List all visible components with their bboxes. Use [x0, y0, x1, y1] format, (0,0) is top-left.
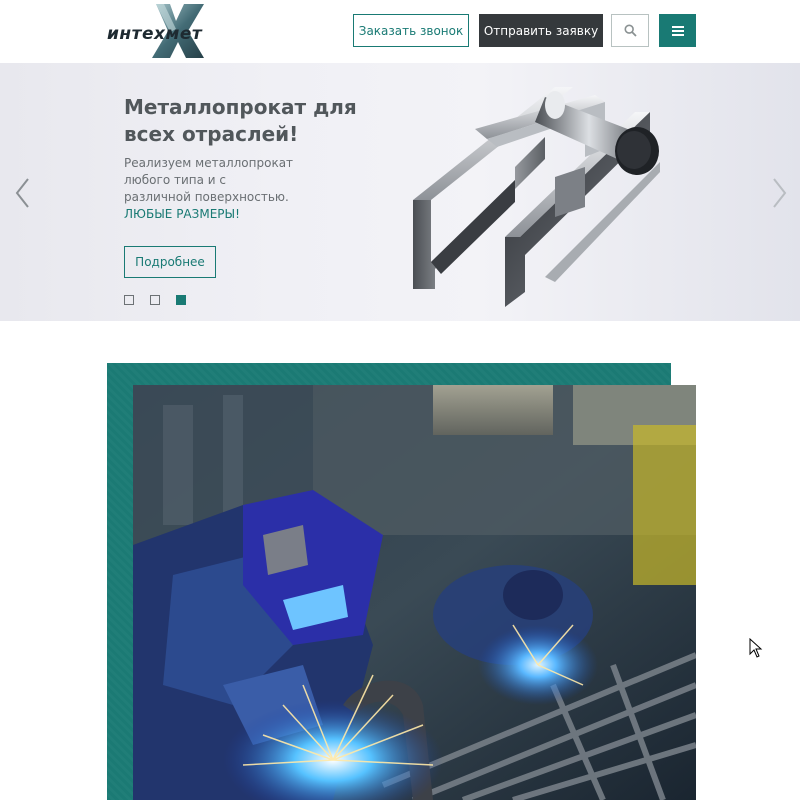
more-button[interactable]: Подробнее [124, 246, 216, 278]
hero-accent-text: ЛЮБЫЕ РАЗМЕРЫ! [124, 207, 240, 221]
hero-slider: Металлопрокат для всех отраслей! Реализу… [0, 63, 800, 321]
search-icon [623, 24, 637, 37]
logo-wordmark: интехмет [107, 24, 203, 44]
order-call-label: Заказать звонок [358, 23, 464, 38]
hero-title: Металлопрокат для всех отраслей! [124, 95, 357, 146]
welding-photo [133, 385, 696, 800]
more-button-label: Подробнее [135, 255, 205, 269]
hero-text: Реализуем металлопрокат любого типа и с … [124, 155, 294, 223]
menu-button[interactable] [659, 14, 696, 47]
order-call-button[interactable]: Заказать звонок [353, 14, 469, 47]
slide-dot-3[interactable] [176, 295, 186, 305]
slide-dot-1[interactable] [124, 295, 134, 305]
search-button[interactable] [611, 14, 649, 47]
mouse-cursor-icon [749, 638, 763, 658]
menu-icon [671, 25, 684, 36]
logo[interactable]: интехмет [104, 4, 239, 58]
hero-description: Реализуем металлопрокат любого типа и с … [124, 156, 294, 204]
slide-dot-2[interactable] [150, 295, 160, 305]
metal-profiles-image [413, 87, 660, 307]
site-header: интехмет Заказать звонок Отправить заявк… [0, 0, 800, 63]
prev-slide-arrow-icon[interactable] [12, 175, 32, 211]
next-slide-arrow-icon[interactable] [770, 175, 790, 211]
send-request-button[interactable]: Отправить заявку [479, 14, 603, 47]
send-request-label: Отправить заявку [483, 23, 599, 38]
